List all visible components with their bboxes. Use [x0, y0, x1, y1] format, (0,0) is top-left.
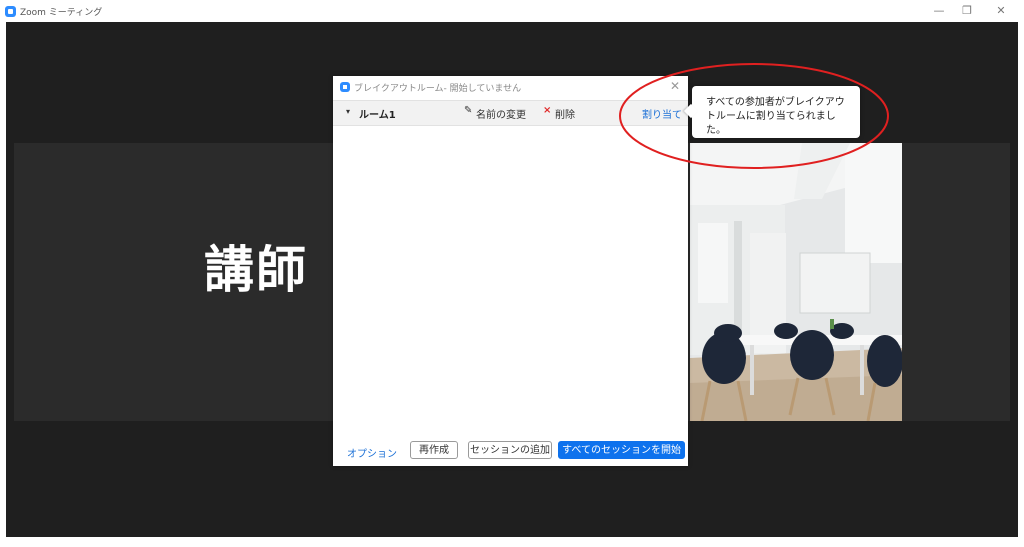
breakout-rooms-dialog: ブレイクアウトルーム- 開始していません ✕ ▾ ルーム1 ✎ 名前の変更 × … [333, 76, 688, 466]
pencil-icon: ✎ [464, 105, 473, 116]
recreate-button[interactable]: 再作成 [410, 441, 458, 459]
tooltip-text: すべての参加者がブレイクアウトルームに割り当てられました。 [706, 97, 845, 136]
close-window-button[interactable]: ✕ [990, 3, 1012, 19]
assign-button[interactable]: 割り当て [642, 106, 682, 121]
assignment-tooltip: すべての参加者がブレイクアウトルームに割り当てられました。 [692, 86, 860, 138]
zoom-logo-icon [5, 5, 16, 17]
rename-room-button[interactable]: 名前の変更 [476, 106, 526, 121]
options-link[interactable]: オプション [347, 445, 397, 460]
restore-button[interactable]: ❐ [956, 3, 978, 19]
start-all-sessions-button[interactable]: すべてのセッションを開始 [558, 441, 685, 459]
delete-room-button[interactable]: 削除 [555, 106, 575, 121]
speaker-name: 講師 [204, 241, 308, 299]
participant-video [690, 143, 902, 421]
expand-chevron-icon[interactable]: ▾ [346, 107, 350, 116]
delete-x-icon: × [543, 105, 552, 116]
window-title: Zoom ミーティング [20, 7, 103, 18]
dialog-close-button[interactable]: ✕ [670, 79, 680, 93]
office-room-image [690, 143, 902, 421]
dialog-footer: オプション 再作成 セッションの追加 すべてのセッションを開始 [333, 441, 688, 461]
minimize-button[interactable]: — [928, 3, 950, 19]
room-name: ルーム1 [359, 110, 396, 121]
dialog-titlebar: ブレイクアウトルーム- 開始していません ✕ [333, 76, 688, 98]
add-session-button[interactable]: セッションの追加 [468, 441, 552, 459]
dialog-title: ブレイクアウトルーム- 開始していません [354, 83, 522, 94]
window-titlebar: Zoom ミーティング — ❐ ✕ [0, 0, 1024, 22]
room-row[interactable]: ▾ ルーム1 ✎ 名前の変更 × 削除 割り当て [333, 100, 688, 126]
zoom-logo-icon [340, 82, 350, 92]
